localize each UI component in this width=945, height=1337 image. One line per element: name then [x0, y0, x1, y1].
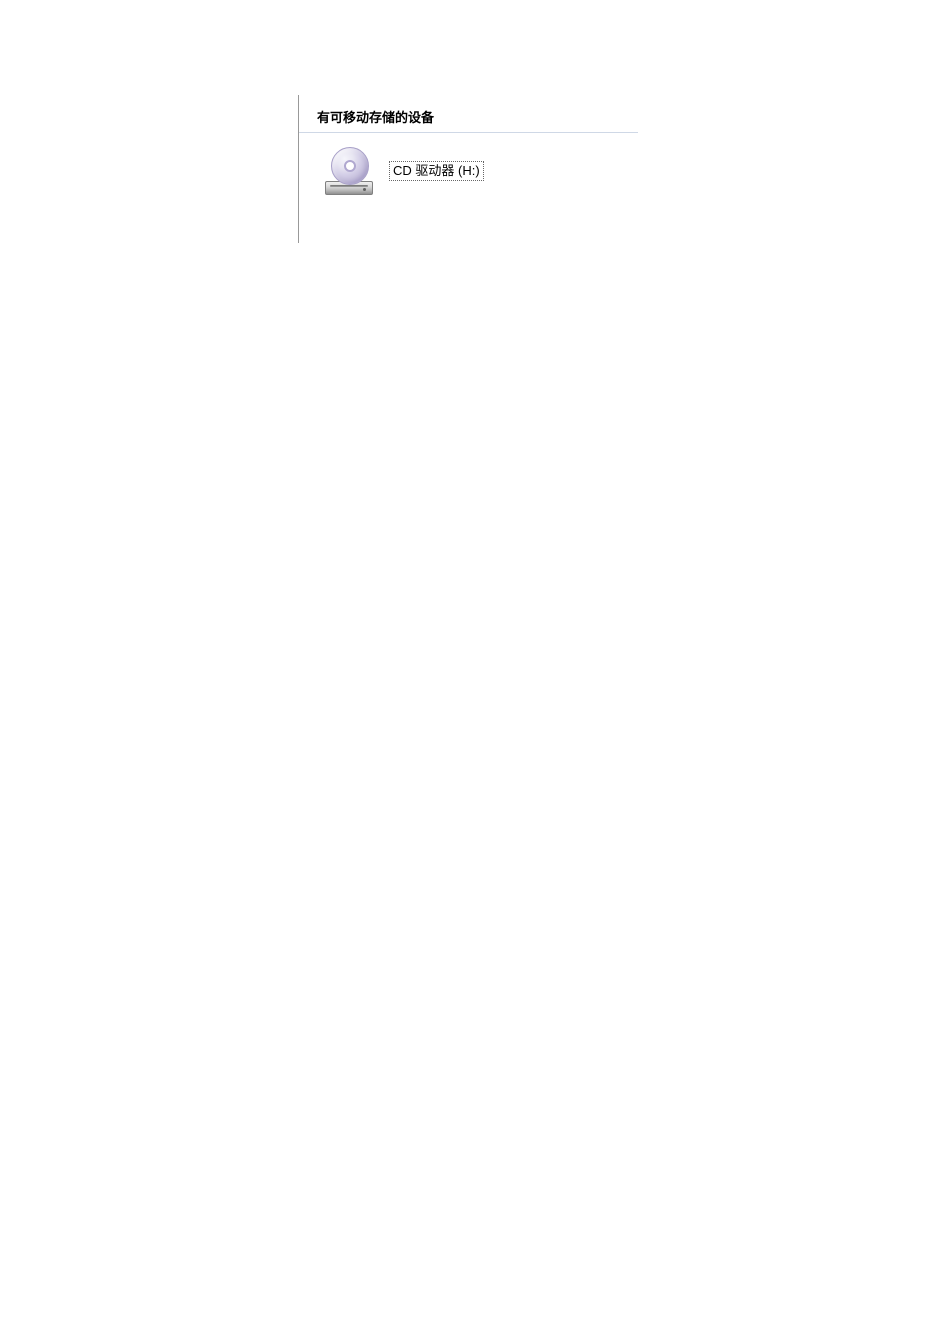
removable-storage-section: 有可移动存储的设备 CD 驱动器 (H:): [298, 95, 638, 243]
drive-label[interactable]: CD 驱动器 (H:): [389, 161, 484, 182]
cd-drive-icon: [323, 147, 375, 195]
drive-item[interactable]: CD 驱动器 (H:): [299, 133, 638, 209]
section-header: 有可移动存储的设备: [299, 95, 638, 133]
section-title: 有可移动存储的设备: [317, 110, 434, 125]
